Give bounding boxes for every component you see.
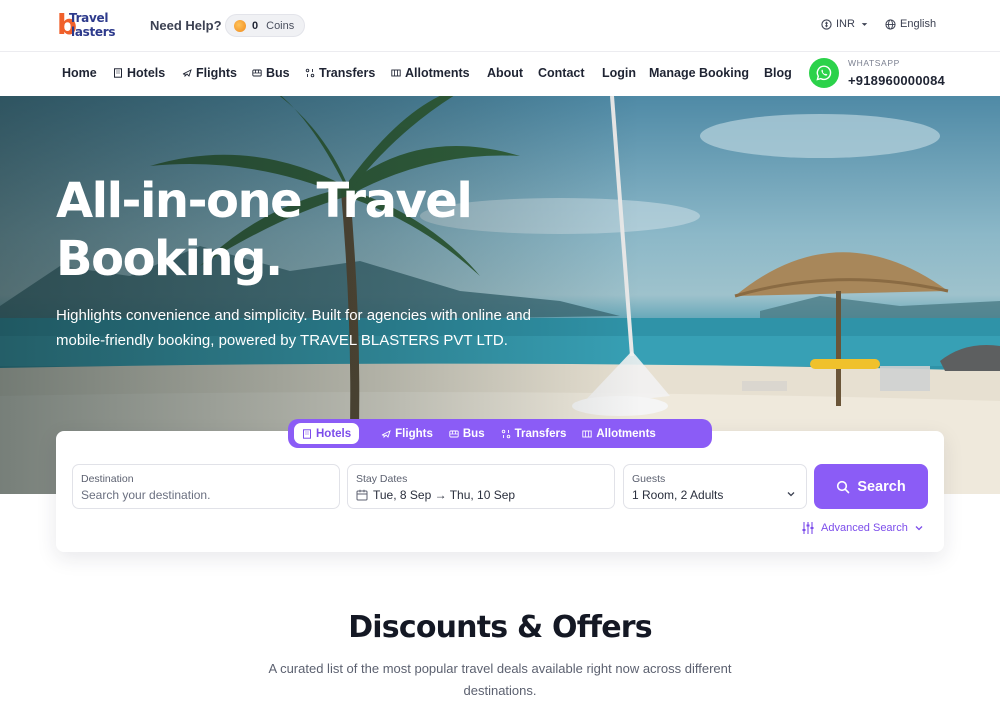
currency-icon [821,18,832,30]
calendar-icon [356,489,368,501]
stay-dates-value-wrap: Tue, 8 Sep → Thu, 10 Sep [356,488,515,502]
nav-transfers-label: Transfers [319,66,376,80]
nav-contact[interactable]: Contact [538,66,585,80]
destination-label: Destination [81,473,134,485]
travel-blasters-logo[interactable]: b Travel lasters [57,9,121,43]
destination-field[interactable]: Destination Search your destination. [72,464,340,509]
chevron-down-icon [915,526,923,531]
guests-field[interactable]: Guests 1 Room, 2 Adults [623,464,807,509]
discounts-subtitle: A curated list of the most popular trave… [268,661,732,698]
search-icon [837,480,850,493]
tab-allotments-label: Allotments [596,427,656,440]
nav-home-label: Home [62,66,97,80]
language-value: English [900,18,937,30]
nav-about-label: About [487,66,524,80]
coins-label: Coins [266,19,295,32]
nav-contact-label: Contact [538,66,585,80]
currency-value: INR [836,18,855,30]
logo-word-travel: Travel [69,11,109,25]
whatsapp-icon [816,65,832,81]
nav-allotments[interactable]: Allotments [391,66,470,80]
need-help-link[interactable]: Need Help? [150,18,222,33]
nav-about[interactable]: About [487,66,523,80]
transfer-icon [501,429,510,438]
hero-title-line1: All-in-one Travel [56,173,473,229]
guests-value: 1 Room, 2 Adults [632,488,724,502]
nav-manage-booking-label: Manage Booking [649,66,750,80]
coins-badge[interactable]: 0 Coins [225,14,306,37]
whatsapp-label: WHATSAPP [848,58,900,68]
search-button[interactable]: Search [814,464,928,509]
nav-bus-label: Bus [266,66,290,80]
coins-count: 0 [252,19,259,32]
top-bar: b Travel lasters Need Help? 0 Coins INR … [0,0,1000,52]
search-tabs: Hotels Flights Bus Transfers Allotments [288,419,712,448]
tab-flights-label: Flights [395,427,433,440]
language-selector[interactable]: English [885,18,936,30]
caret-down-icon [861,22,868,26]
hero-subtitle: Highlights convenience and simplicity. B… [56,307,531,349]
nav-login[interactable]: Login [602,66,636,80]
nav-bus[interactable]: Bus [252,66,290,80]
coin-icon [234,19,246,32]
whatsapp-number[interactable]: +918960000084 [848,73,945,88]
plane-icon [182,69,192,78]
hero-title: All-in-one Travel Booking. [56,172,616,288]
nav-allotments-label: Allotments [405,66,470,80]
tab-flights[interactable]: Flights [373,423,441,444]
tab-bus[interactable]: Bus [441,423,493,444]
nav-blog[interactable]: Blog [764,66,792,80]
sliders-icon [802,522,814,534]
tab-transfers[interactable]: Transfers [493,423,575,444]
nav-flights-label: Flights [196,66,237,80]
currency-selector[interactable]: INR [821,18,870,30]
discounts-title: Discounts & Offers [348,610,652,645]
stay-dates-value: Tue, 8 Sep → Thu, 10 Sep [373,488,516,502]
stay-dates-label: Stay Dates [356,473,408,485]
plane-icon [381,429,391,438]
nav-blog-label: Blog [764,66,792,80]
guests-label: Guests [632,473,666,485]
hotel-icon [114,68,122,78]
hero-title-line2: Booking. [56,231,283,287]
advanced-search-toggle[interactable]: Advanced Search [801,521,924,535]
nav-login-label: Login [602,66,637,80]
nav-flights[interactable]: Flights [182,66,237,80]
logo-word-lasters: lasters [71,25,116,39]
nav-hotels[interactable]: Hotels [113,66,165,80]
allotment-icon [582,430,593,437]
bus-icon [252,69,262,77]
stay-dates-field[interactable]: Stay Dates Tue, 8 Sep → Thu, 10 Sep [347,464,615,509]
destination-input[interactable]: Search your destination. [81,488,210,502]
nav-hotels-label: Hotels [127,66,166,80]
tab-hotels[interactable]: Hotels [294,423,360,444]
transfer-icon [305,68,315,78]
bus-icon [449,430,459,437]
advanced-search-label: Advanced Search [821,522,908,534]
tab-bus-label: Bus [462,427,485,440]
nav-manage-booking[interactable]: Manage Booking [649,66,749,80]
allotment-icon [391,69,401,77]
tab-allotments[interactable]: Allotments [574,423,663,444]
tab-hotels-label: Hotels [316,427,352,440]
hotel-icon [303,428,311,439]
nav-home[interactable]: Home [62,66,97,80]
globe-icon [885,18,896,30]
whatsapp-button[interactable] [809,58,839,88]
search-button-label: Search [857,478,906,495]
tab-transfers-label: Transfers [514,427,567,440]
chevron-down-icon [787,492,795,497]
nav-transfers[interactable]: Transfers [305,66,375,80]
